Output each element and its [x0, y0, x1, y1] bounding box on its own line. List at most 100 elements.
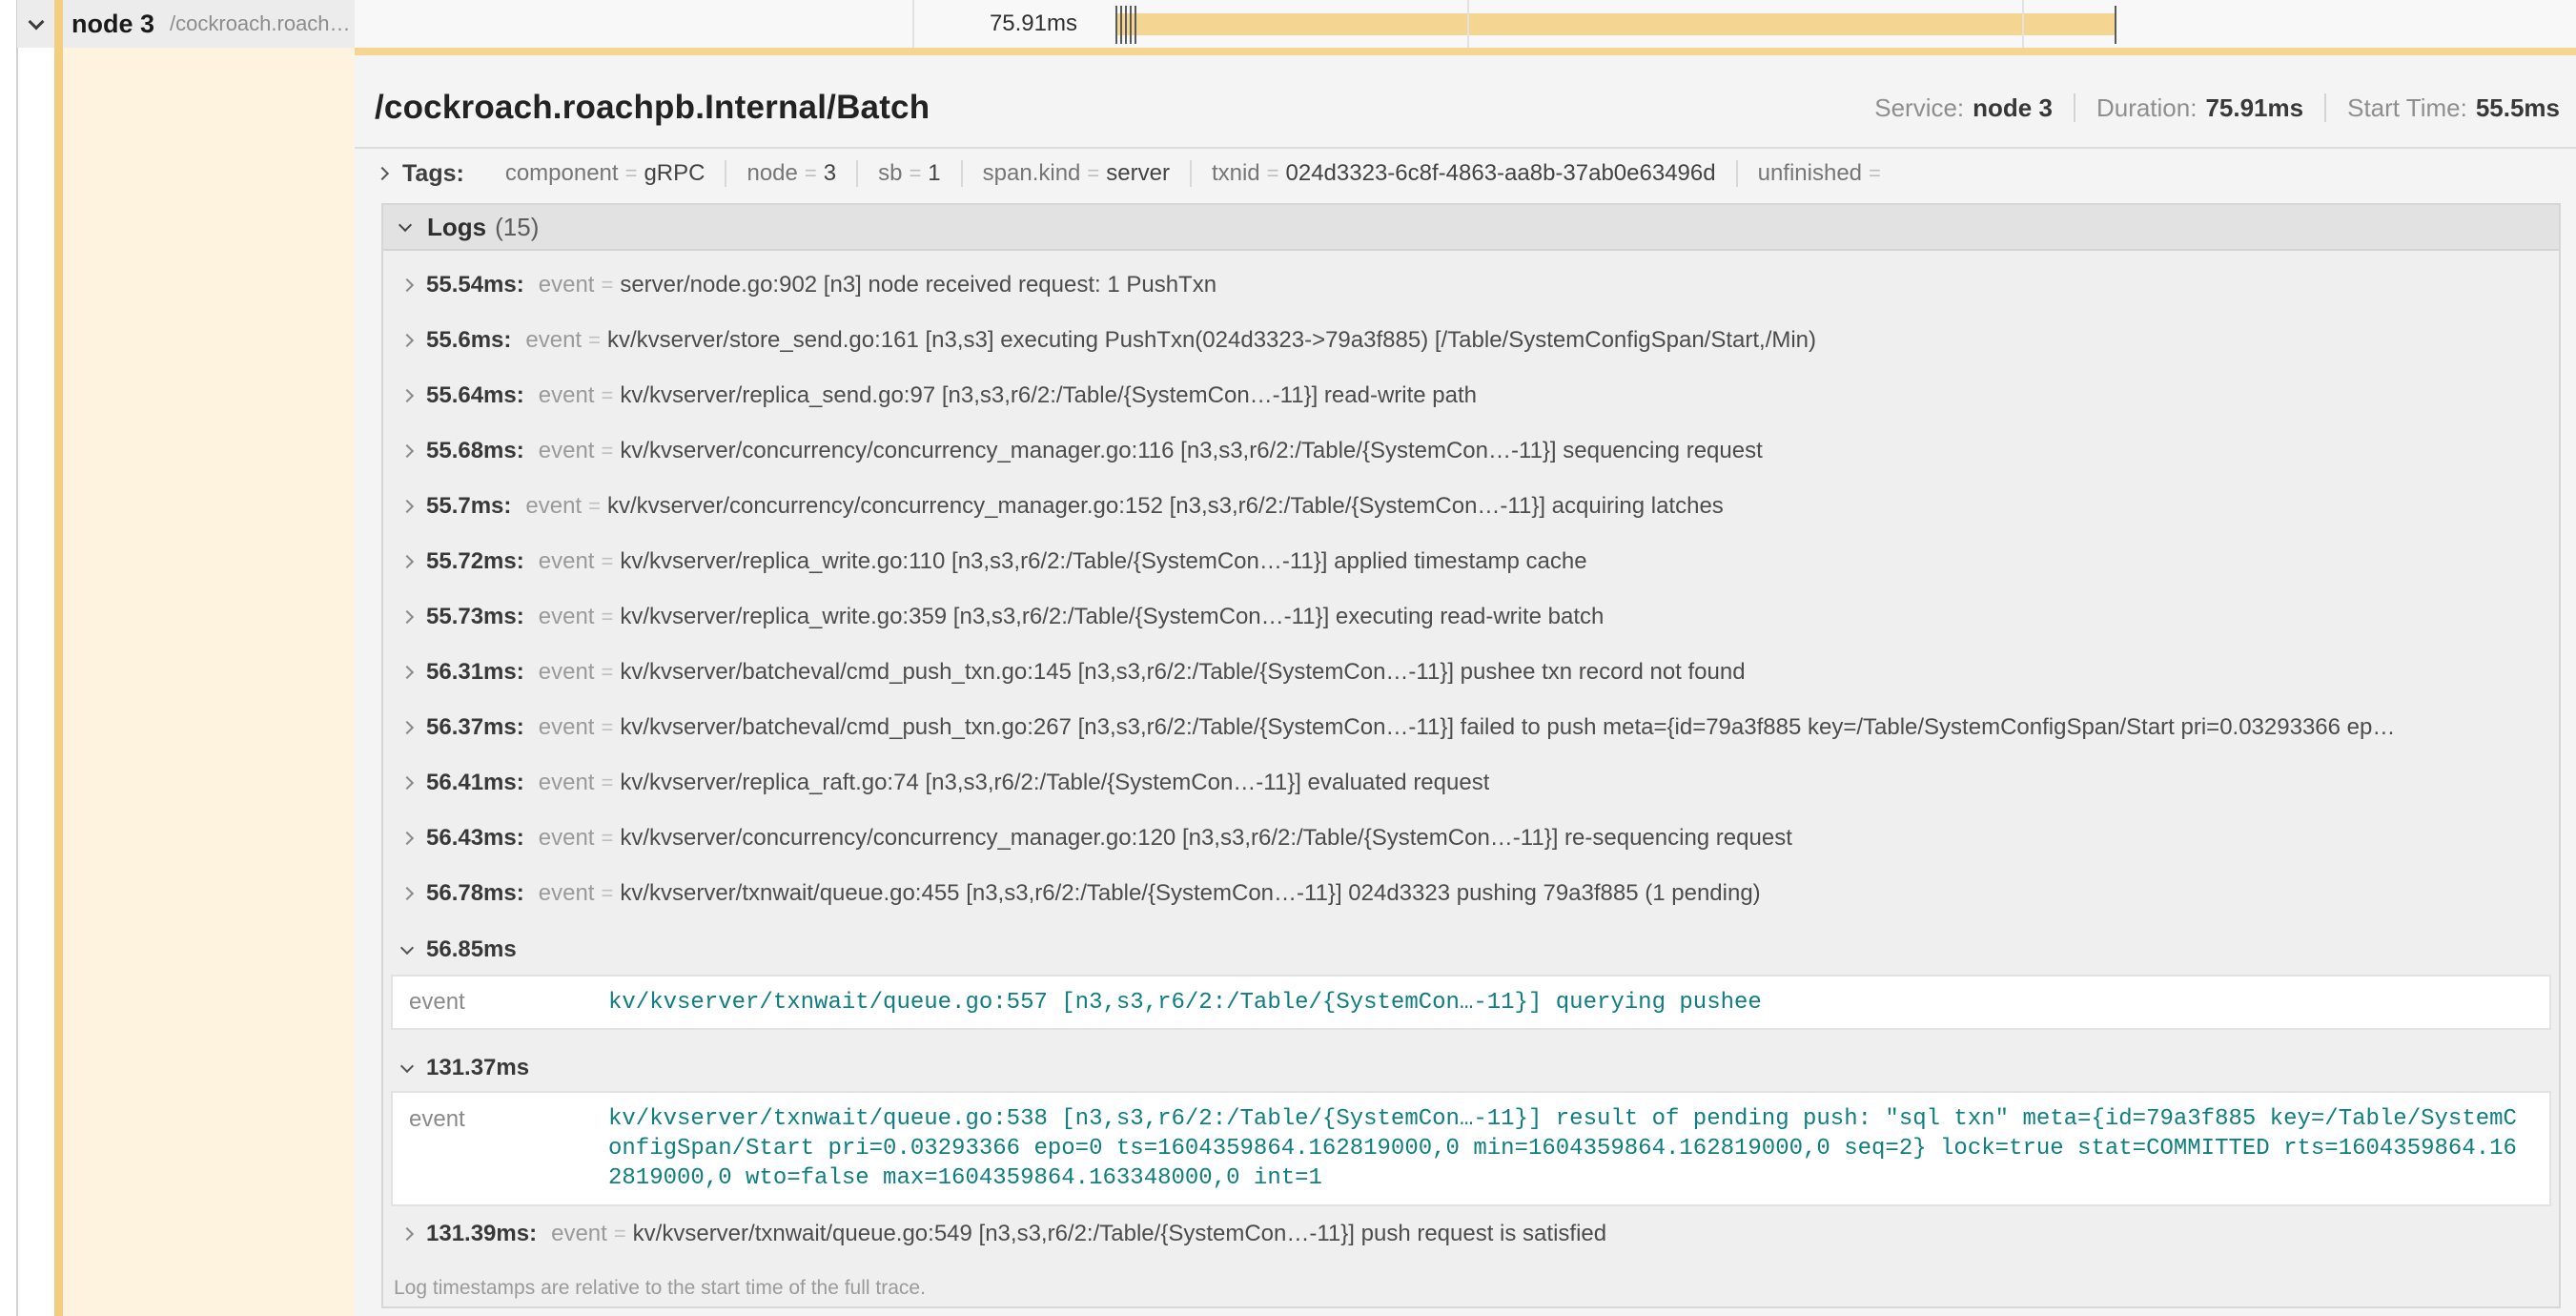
- chevron-right-icon[interactable]: [400, 776, 414, 790]
- span-name-column-highlight: [54, 48, 355, 1316]
- chevron-right-icon[interactable]: [400, 721, 414, 734]
- tags-accordian[interactable]: Tags: component = gRPC node = 3 sb = 1 s…: [378, 154, 1908, 193]
- log-equals: =: [614, 1222, 626, 1246]
- log-row[interactable]: 55.68ms: event = kv/kvserver/concurrency…: [383, 423, 2559, 479]
- log-timestamp: 56.37ms:: [426, 714, 524, 741]
- logs-accordian: Logs (15) 55.54ms: event = server/node.g…: [381, 203, 2561, 1308]
- log-timestamp: 56.31ms:: [426, 659, 524, 686]
- log-row[interactable]: 131.39ms: event = kv/kvserver/txnwait/qu…: [383, 1206, 2559, 1262]
- span-name-cell[interactable]: node 3 /cockroach.roach…: [17, 0, 355, 48]
- span-bar[interactable]: [1117, 13, 2115, 35]
- log-field-value: kv/kvserver/txnwait/queue.go:538 [n3,s3,…: [608, 1104, 2526, 1193]
- log-row[interactable]: 55.6ms: event = kv/kvserver/store_send.g…: [383, 313, 2559, 368]
- timeline-gridline: [912, 0, 914, 48]
- logs-title: Logs: [427, 213, 486, 242]
- service-value: node 3: [1973, 93, 2053, 123]
- log-equals: =: [601, 549, 613, 574]
- chevron-right-icon[interactable]: [400, 666, 414, 679]
- tag-equals: =: [805, 161, 817, 186]
- log-field-value: kv/kvserver/txnwait/queue.go:455 [n3,s3,…: [620, 880, 1760, 907]
- chevron-right-icon[interactable]: [400, 555, 414, 568]
- chevron-right-icon[interactable]: [400, 832, 414, 845]
- log-field-value: kv/kvserver/batcheval/cmd_push_txn.go:26…: [620, 714, 2395, 741]
- log-field-value: kv/kvserver/replica_send.go:97 [n3,s3,r6…: [620, 382, 1477, 409]
- chevron-right-icon[interactable]: [400, 444, 414, 458]
- log-equals: =: [601, 771, 613, 795]
- chevron-down-icon[interactable]: [400, 1059, 414, 1072]
- log-equals: =: [601, 826, 613, 851]
- tag-key: node: [746, 160, 797, 187]
- chevron-right-icon[interactable]: [400, 278, 414, 292]
- log-row[interactable]: 56.37ms: event = kv/kvserver/batcheval/c…: [383, 700, 2559, 755]
- chevron-right-icon[interactable]: [376, 167, 389, 180]
- log-field-value: kv/kvserver/replica_write.go:359 [n3,s3,…: [620, 604, 1604, 630]
- log-row[interactable]: 55.64ms: event = kv/kvserver/replica_sen…: [383, 368, 2559, 423]
- span-overview-items: Service: node 3 Duration: 75.91ms Start …: [1874, 93, 2560, 123]
- operation-name: /cockroach.roach…: [170, 11, 351, 36]
- span-operation-title: /cockroach.roachpb.Internal/Batch: [375, 89, 930, 127]
- tag-item: component = gRPC: [485, 160, 727, 187]
- timeline-gridline: [1467, 0, 1469, 48]
- log-equals: =: [601, 273, 613, 298]
- log-field-key: event: [539, 770, 595, 796]
- log-timestamp: 56.43ms:: [426, 825, 524, 852]
- tag-equals: =: [1267, 161, 1279, 186]
- log-timestamp: 56.41ms:: [426, 770, 524, 796]
- log-row[interactable]: 55.72ms: event = kv/kvserver/replica_wri…: [383, 534, 2559, 589]
- chevron-right-icon[interactable]: [400, 1227, 414, 1241]
- meta-divider: [2074, 93, 2075, 122]
- tag-equals: =: [1087, 161, 1099, 186]
- log-row[interactable]: 55.7ms: event = kv/kvserver/concurrency/…: [383, 479, 2559, 534]
- tag-value: server: [1106, 160, 1170, 187]
- tag-key: txnid: [1212, 160, 1260, 187]
- start-time-value: 55.5ms: [2476, 93, 2560, 123]
- tag-value: 024d3323-6c8f-4863-aa8b-37ab0e63496d: [1286, 160, 1716, 187]
- trace-span-detail-view: node 3 /cockroach.roach… 75.91ms /cockro…: [0, 0, 2576, 1316]
- expanded-log-header[interactable]: 56.85ms: [383, 933, 2559, 967]
- expanded-log-header[interactable]: 131.37ms: [383, 1051, 2559, 1085]
- log-timestamp: 55.64ms:: [426, 382, 524, 409]
- log-timestamp: 56.85ms: [426, 936, 517, 963]
- chevron-down-icon[interactable]: [29, 13, 45, 30]
- span-duration-label: 75.91ms: [990, 0, 1077, 48]
- log-detail-card: event kv/kvserver/txnwait/queue.go:538 […: [391, 1091, 2551, 1206]
- tag-equals: =: [1869, 161, 1881, 186]
- log-field-key: event: [551, 1221, 607, 1247]
- log-marker-tick: [1130, 6, 1132, 44]
- chevron-right-icon[interactable]: [400, 334, 414, 347]
- log-marker-tick: [1135, 6, 1136, 44]
- log-row[interactable]: 56.31ms: event = kv/kvserver/batcheval/c…: [383, 645, 2559, 700]
- span-row: node 3 /cockroach.roach… 75.91ms: [17, 0, 2576, 48]
- logs-header[interactable]: Logs (15): [383, 205, 2559, 251]
- log-row[interactable]: 55.73ms: event = kv/kvserver/replica_wri…: [383, 589, 2559, 645]
- tag-value: 1: [928, 160, 940, 187]
- tag-value: 3: [824, 160, 836, 187]
- log-timestamp: 55.6ms:: [426, 327, 511, 354]
- tag-item: sb = 1: [858, 160, 963, 187]
- service-name: node 3: [72, 10, 154, 39]
- chevron-right-icon[interactable]: [400, 610, 414, 624]
- chevron-right-icon[interactable]: [400, 887, 414, 900]
- log-timestamp: 131.39ms:: [426, 1221, 537, 1247]
- log-row[interactable]: 56.78ms: event = kv/kvserver/txnwait/que…: [383, 866, 2559, 921]
- logs-footer-note: Log timestamps are relative to the start…: [383, 1267, 2559, 1308]
- chevron-right-icon[interactable]: [400, 500, 414, 513]
- span-timeline-cell[interactable]: 75.91ms: [355, 0, 2576, 48]
- header-divider: [355, 147, 2576, 149]
- log-marker-tick: [1125, 6, 1127, 44]
- chevron-down-icon[interactable]: [400, 940, 414, 954]
- log-row[interactable]: 55.54ms: event = server/node.go:902 [n3]…: [383, 257, 2559, 313]
- log-field-value: kv/kvserver/replica_write.go:110 [n3,s3,…: [620, 548, 1586, 575]
- log-row[interactable]: 56.41ms: event = kv/kvserver/replica_raf…: [383, 755, 2559, 811]
- chevron-down-icon[interactable]: [399, 217, 412, 231]
- log-field-key: event: [539, 880, 595, 907]
- duration-label: Duration:: [2096, 93, 2198, 123]
- duration-value: 75.91ms: [2205, 93, 2303, 123]
- chevron-right-icon[interactable]: [400, 389, 414, 402]
- log-timestamp: 55.68ms:: [426, 438, 524, 464]
- log-row[interactable]: 56.43ms: event = kv/kvserver/concurrency…: [383, 811, 2559, 866]
- log-equals: =: [588, 328, 601, 353]
- tag-item: unfinished =: [1738, 160, 1908, 187]
- log-field-value: kv/kvserver/batcheval/cmd_push_txn.go:14…: [620, 659, 1745, 686]
- logs-count: (15): [495, 213, 539, 242]
